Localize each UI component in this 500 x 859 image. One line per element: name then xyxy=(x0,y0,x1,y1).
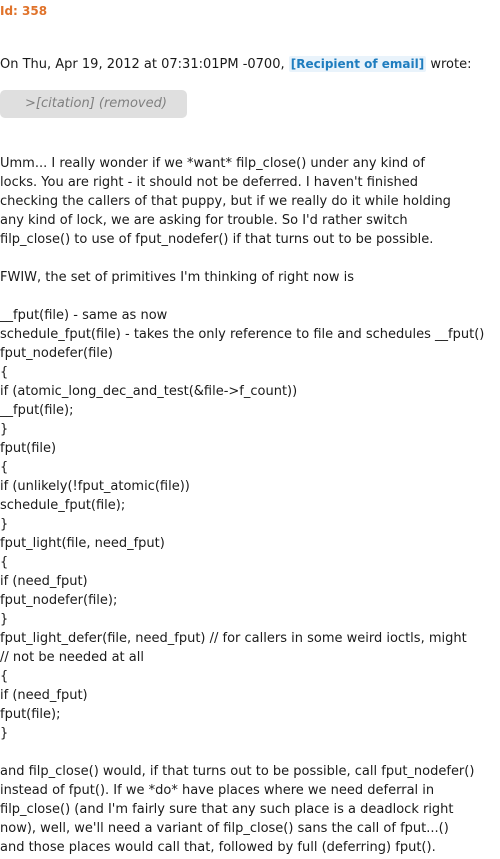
code-line: if (atomic_long_dec_and_test(&file->f_co… xyxy=(0,384,298,399)
code-line: schedule_fput(file); xyxy=(0,498,126,513)
code-line: if (unlikely(!fput_atomic(file)) xyxy=(0,479,190,494)
text-line: locks. You are right - it should not be … xyxy=(0,175,419,190)
code-line: fput_nodefer(file) xyxy=(0,346,113,361)
code-line: { xyxy=(0,460,9,475)
code-line: fput(file) xyxy=(0,441,57,456)
code-line: if (need_fput) xyxy=(0,688,88,703)
header-suffix: wrote: xyxy=(426,57,472,72)
paragraph-1: Umm... I really wonder if we *want* filp… xyxy=(0,154,500,249)
code-line: } xyxy=(0,422,9,437)
code-line: fput_nodefer(file); xyxy=(0,593,118,608)
code-line: } xyxy=(0,612,9,627)
header-prefix: On Thu, Apr 19, 2012 at 07:31:01PM -0700… xyxy=(0,57,289,72)
recipient-tag: [Recipient of email] xyxy=(288,56,427,72)
text-line: filp_close() to use of fput_nodefer() if… xyxy=(0,232,434,247)
code-line: } xyxy=(0,726,9,741)
text-line: and those places would call that, follow… xyxy=(0,840,436,855)
text-line: any kind of lock, we are asking for trou… xyxy=(0,213,408,228)
text-line: filp_close() (and I'm fairly sure that a… xyxy=(0,802,454,817)
text-line: now), well, we'll need a variant of filp… xyxy=(0,821,449,836)
email-header-line: On Thu, Apr 19, 2012 at 07:31:01PM -0700… xyxy=(0,55,472,74)
text-line: FWIW, the set of primitives I'm thinking… xyxy=(0,270,355,285)
citation-text: >[citation] (removed) xyxy=(25,96,167,111)
email-page: Id: 358 On Thu, Apr 19, 2012 at 07:31:01… xyxy=(0,0,500,859)
text-line: checking the callers of that puppy, but … xyxy=(0,194,451,209)
code-line: { xyxy=(0,365,9,380)
text-line: Umm... I really wonder if we *want* filp… xyxy=(0,156,425,171)
code-line: // not be needed at all xyxy=(0,650,144,665)
code-line: } xyxy=(0,517,9,532)
paragraph-2: FWIW, the set of primitives I'm thinking… xyxy=(0,268,500,287)
code-line: fput_light_defer(file, need_fput) // for… xyxy=(0,631,467,646)
citation-block[interactable]: >[citation] (removed) xyxy=(0,90,187,118)
message-id: Id: 358 xyxy=(0,4,48,18)
code-line: __fput(file); xyxy=(0,403,74,418)
code-line: fput(file); xyxy=(0,707,61,722)
code-line: __fput(file) - same as now xyxy=(0,308,168,323)
email-body: Umm... I really wonder if we *want* filp… xyxy=(0,154,500,857)
paragraph-3: and filp_close() would, if that turns ou… xyxy=(0,762,500,857)
code-line: if (need_fput) xyxy=(0,574,88,589)
code-block: __fput(file) - same as now schedule_fput… xyxy=(0,306,500,743)
code-line: fput_light(file, need_fput) xyxy=(0,536,165,551)
text-line: and filp_close() would, if that turns ou… xyxy=(0,764,475,779)
code-line: schedule_fput(file) - takes the only ref… xyxy=(0,327,485,342)
text-line: instead of fput(). If we *do* have place… xyxy=(0,783,435,798)
code-line: { xyxy=(0,555,9,570)
code-line: { xyxy=(0,669,9,684)
